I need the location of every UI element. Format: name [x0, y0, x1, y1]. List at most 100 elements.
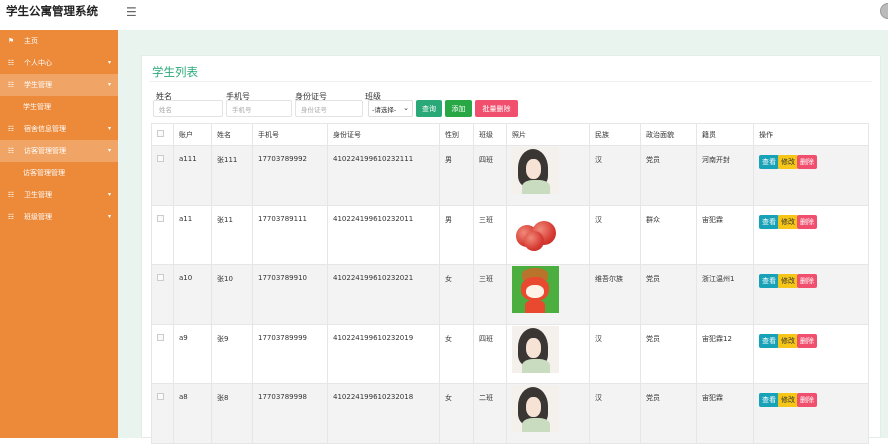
delete-button[interactable]: 删除 [797, 155, 817, 169]
table-cell: 党员 [640, 145, 697, 206]
hamburger-icon[interactable]: ☰ [126, 5, 137, 19]
view-button[interactable]: 查看 [759, 274, 779, 288]
table-cell: 河南开封 [696, 145, 754, 206]
phone-filter-input[interactable]: 手机号 [226, 100, 292, 117]
row-checkbox[interactable] [157, 274, 164, 281]
table-cell: 张9 [211, 323, 253, 384]
sidebar-item-label: 个人中心 [24, 59, 52, 67]
sidebar-item-label: 宿舍信息管理 [24, 125, 66, 133]
actions-cell: 查看 修改 删除 [753, 264, 869, 325]
student-photo [512, 206, 559, 254]
sidebar-item-label: 主页 [24, 37, 38, 45]
column-header: 手机号 [252, 123, 328, 146]
row-checkbox[interactable] [157, 214, 164, 222]
sidebar-subitem[interactable]: 访客管理管理 [0, 162, 118, 184]
row-select-cell[interactable] [151, 383, 174, 444]
actions-cell: 查看 修改 删除 [753, 323, 869, 384]
table-cell: 四班 [473, 323, 507, 384]
table-cell: 汉 [589, 204, 641, 265]
delete-button[interactable]: 删除 [797, 393, 817, 407]
table-cell: 二班 [473, 383, 507, 444]
sidebar: ⚑ 主页 ☷ 个人中心 ▾ ☷ 学生管理 ▾ 学生管理 ☷ 宿舍信息管理 ▾ ☷ 访客管理管理 ▾ 访客管理管… [0, 30, 118, 438]
edit-button[interactable]: 修改 [778, 155, 798, 169]
flag-icon: ⚑ [7, 37, 15, 45]
actions-cell: 查看 修改 删除 [753, 204, 869, 265]
view-button[interactable]: 查看 [759, 214, 779, 229]
photo-cell [506, 264, 590, 325]
edit-button[interactable]: 修改 [778, 274, 798, 288]
sidebar-item[interactable]: ☷ 宿舍信息管理 ▾ [0, 118, 118, 140]
sidebar-item[interactable]: ☷ 访客管理管理 ▾ [0, 140, 118, 162]
table-row: a9 张9 17703789999 410224199610232019 女四班 汉党员宙… [151, 323, 869, 384]
table-cell: 维吾尔族 [589, 264, 641, 325]
photo-cell [506, 145, 590, 206]
column-header: 籍贯 [696, 123, 754, 146]
select-all-checkbox[interactable] [157, 130, 164, 137]
delete-button[interactable]: 删除 [797, 274, 817, 288]
student-photo [512, 147, 559, 194]
class-filter-select[interactable]: -请选择- ⌄ [368, 100, 413, 117]
chevron-down-icon: ▾ [107, 81, 111, 88]
sidebar-item[interactable]: ☷ 学生管理 ▾ [0, 74, 118, 96]
table-cell: 17703789910 [252, 264, 328, 325]
column-header: 性别 [439, 123, 474, 146]
table-cell: 410224199610232011 [327, 204, 440, 265]
row-checkbox[interactable] [157, 155, 164, 162]
delete-button[interactable]: 删除 [797, 214, 817, 229]
table-cell: 410224199610232018 [327, 383, 440, 444]
search-button[interactable]: 查询 [416, 100, 442, 117]
table-cell: 汉 [589, 323, 641, 384]
actions-cell: 查看 修改 删除 [753, 145, 869, 206]
sidebar-item-label: 卫生管理 [24, 191, 52, 199]
table-cell: 宙犯霖12 [696, 323, 754, 384]
sidebar-item[interactable]: ⚑ 主页 [0, 30, 118, 52]
student-list-panel: 学生列表 姓名 姓名 手机号 手机号 身份证号 身份证号 班级 -请选择- ⌄ … [141, 55, 881, 444]
edit-button[interactable]: 修改 [778, 214, 798, 229]
row-select-cell[interactable] [151, 264, 174, 325]
user-avatar[interactable] [880, 3, 888, 19]
sidebar-item-label: 访客管理管理 [24, 147, 66, 155]
sidebar-item[interactable]: ☷ 个人中心 ▾ [0, 52, 118, 74]
view-button[interactable]: 查看 [759, 155, 779, 169]
table-cell: 男 [439, 145, 474, 206]
sidebar-item[interactable]: ☷ 班级管理 ▾ [0, 206, 118, 228]
select-all-cell[interactable] [151, 123, 174, 146]
sidebar-item-label: 学生管理 [24, 81, 52, 89]
table-cell: 浙江温州1 [696, 264, 754, 325]
name-filter-input[interactable]: 姓名 [153, 100, 223, 117]
table-cell: a9 [173, 323, 212, 384]
edit-button[interactable]: 修改 [778, 393, 798, 407]
row-checkbox[interactable] [157, 333, 164, 341]
table-row: a8 张8 17703789998 410224199610232018 女二班 汉党员宙… [151, 383, 869, 444]
table-cell: 四班 [473, 145, 507, 206]
table-row: a111 张111 17703789992 410224199610232111 男四班… [151, 145, 869, 206]
view-button[interactable]: 查看 [759, 333, 779, 348]
edit-button[interactable]: 修改 [778, 333, 798, 348]
sidebar-item[interactable]: ☷ 卫生管理 ▾ [0, 184, 118, 206]
table-cell: 17703789992 [252, 145, 328, 206]
sidebar-item-label: 班级管理 [24, 213, 52, 221]
row-select-cell[interactable] [151, 204, 174, 265]
delete-button[interactable]: 删除 [797, 333, 817, 348]
table-cell: 410224199610232019 [327, 323, 440, 384]
grid-icon: ☷ [7, 191, 15, 199]
grid-icon: ☷ [7, 125, 15, 133]
id-filter-input[interactable]: 身份证号 [295, 100, 363, 117]
chevron-down-icon: ▾ [107, 147, 111, 154]
batch-delete-button[interactable]: 批量删除 [475, 100, 518, 117]
table-cell: 410224199610232111 [327, 145, 440, 206]
row-checkbox[interactable] [157, 393, 164, 400]
table-cell: 三班 [473, 204, 507, 265]
row-select-cell[interactable] [151, 323, 174, 384]
row-select-cell[interactable] [151, 145, 174, 206]
divider [150, 81, 872, 82]
column-header: 操作 [753, 123, 869, 146]
add-button[interactable]: 添加 [445, 100, 472, 117]
table-cell: 17703789998 [252, 383, 328, 444]
view-button[interactable]: 查看 [759, 393, 779, 407]
page-title: 学生列表 [152, 65, 198, 79]
table-cell: 宙犯霖 [696, 383, 754, 444]
chevron-down-icon: ⌄ [403, 104, 409, 112]
sidebar-subitem[interactable]: 学生管理 [0, 96, 118, 118]
table-cell: 张10 [211, 264, 253, 325]
